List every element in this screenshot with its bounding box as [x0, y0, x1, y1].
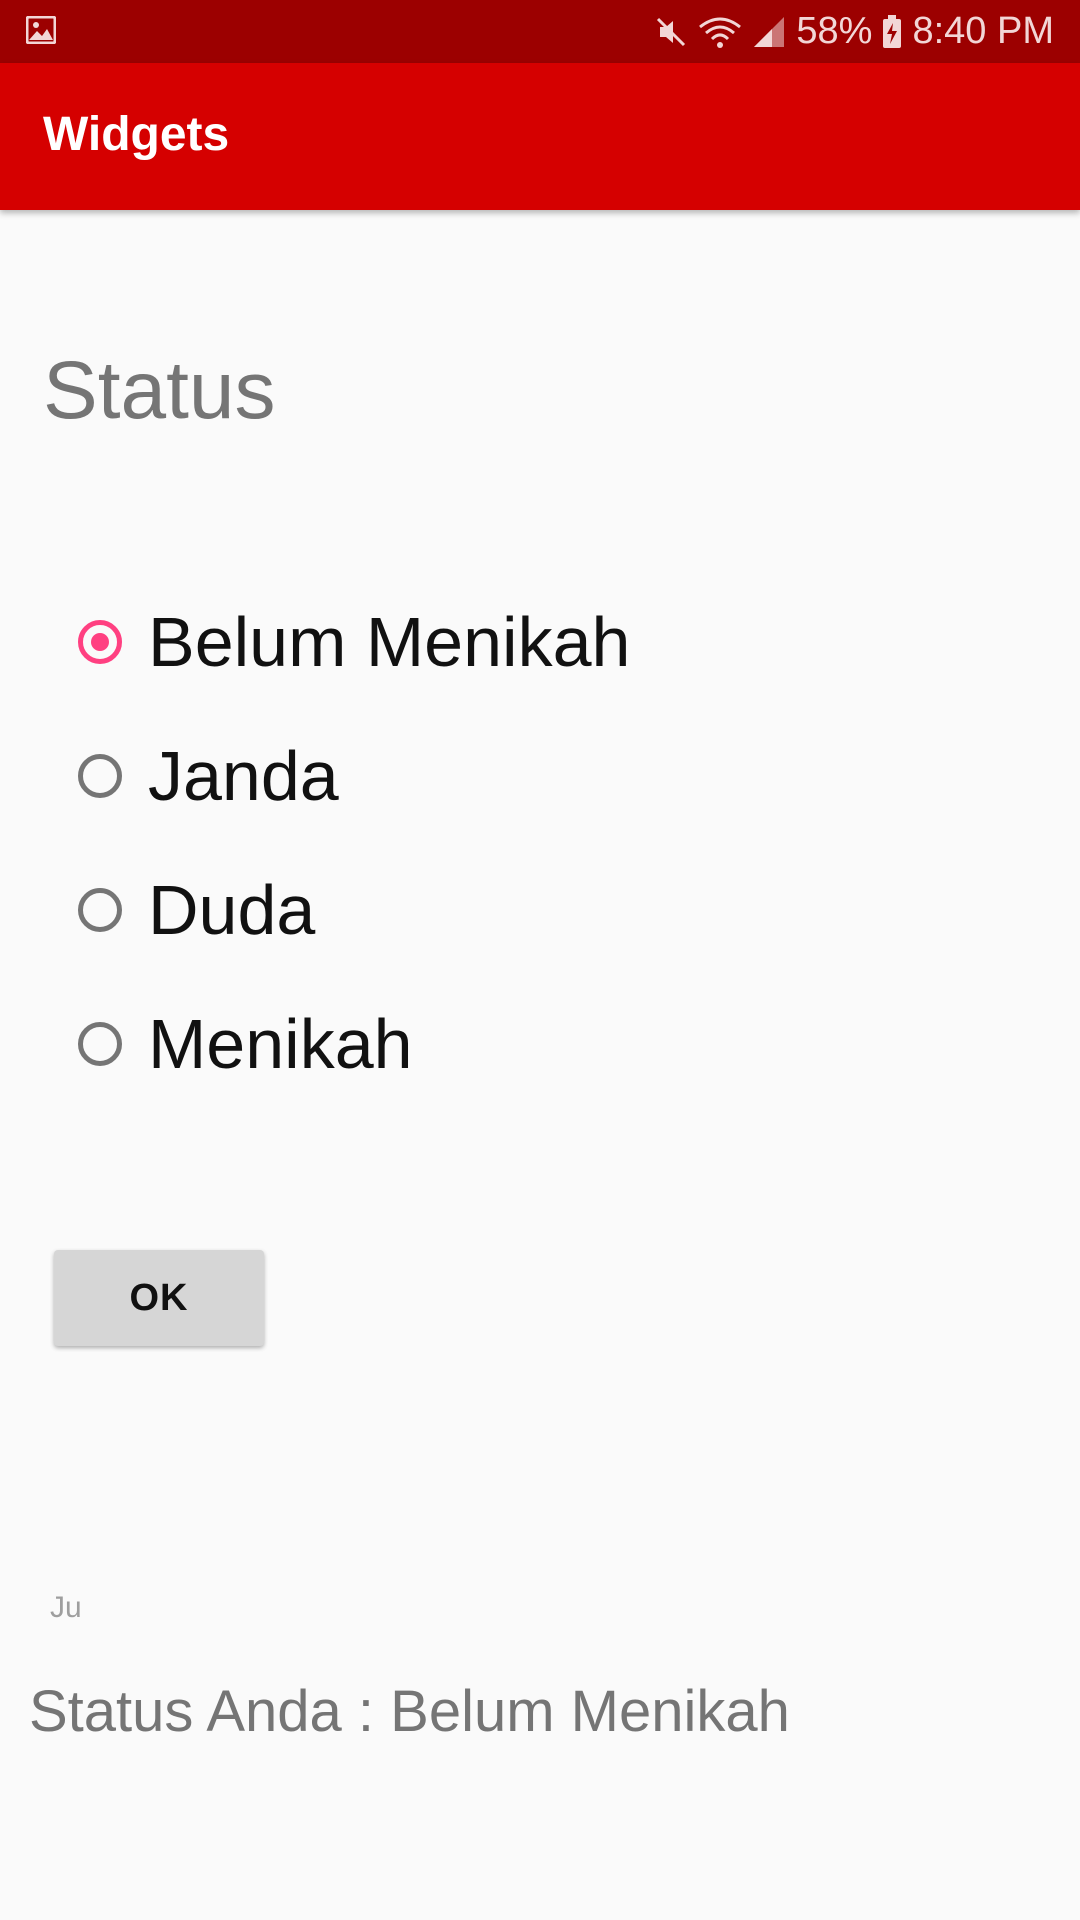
radio-belum-menikah[interactable]: Belum Menikah [78, 575, 978, 709]
ok-button[interactable]: OK [54, 1250, 264, 1346]
battery-charging-icon [883, 14, 902, 48]
radio-unchecked-icon[interactable] [78, 754, 122, 798]
image-icon [26, 16, 56, 44]
radio-menikah[interactable]: Menikah [78, 977, 978, 1111]
status-heading: Status [43, 345, 276, 436]
radio-janda[interactable]: Janda [78, 709, 978, 843]
status-radio-group: Belum Menikah Janda Duda Menikah [78, 575, 978, 1111]
radio-label: Belum Menikah [148, 603, 631, 681]
radio-unchecked-icon[interactable] [78, 888, 122, 932]
radio-duda[interactable]: Duda [78, 843, 978, 977]
radio-label: Janda [148, 737, 339, 815]
status-time: 8:40 PM [912, 10, 1054, 52]
radio-label: Menikah [148, 1005, 413, 1083]
radio-label: Duda [148, 871, 316, 949]
status-bar-right: 58% 8:40 PM [654, 0, 1054, 63]
app-bar: Widgets [0, 63, 1080, 210]
toast-partial-text: Ju [50, 1591, 82, 1624]
signal-icon [754, 16, 785, 47]
radio-checked-icon[interactable] [78, 620, 122, 664]
wifi-icon [699, 17, 742, 48]
status-bar: 58% 8:40 PM [0, 0, 1080, 63]
battery-percent: 58% [796, 10, 873, 52]
result-text: Status Anda : Belum Menikah [29, 1679, 790, 1744]
app-title: Widgets [43, 108, 230, 161]
mute-icon [657, 17, 686, 46]
radio-unchecked-icon[interactable] [78, 1022, 122, 1066]
